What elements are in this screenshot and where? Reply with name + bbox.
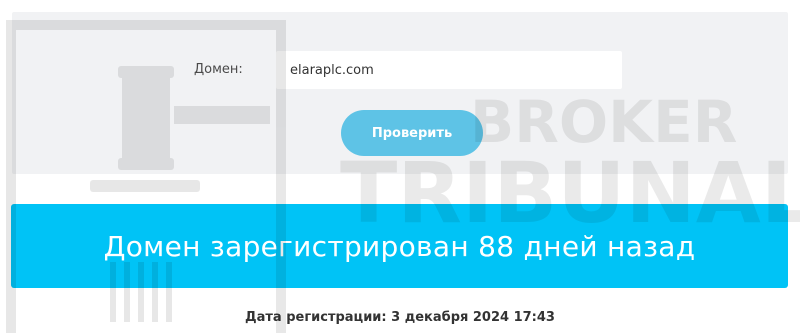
domain-check-page: Домен: Проверить Домен зарегистрирован 8… [0, 0, 800, 333]
domain-input[interactable] [276, 51, 622, 89]
registration-date: Дата регистрации: 3 декабря 2024 17:43 [245, 310, 555, 325]
domain-form-panel: Домен: Проверить [12, 12, 788, 174]
domain-label: Домен: [194, 62, 243, 77]
result-banner: Домен зарегистрирован 88 дней назад [11, 204, 788, 288]
result-message: Домен зарегистрирован 88 дней назад [103, 229, 696, 263]
check-button[interactable]: Проверить [341, 110, 483, 156]
